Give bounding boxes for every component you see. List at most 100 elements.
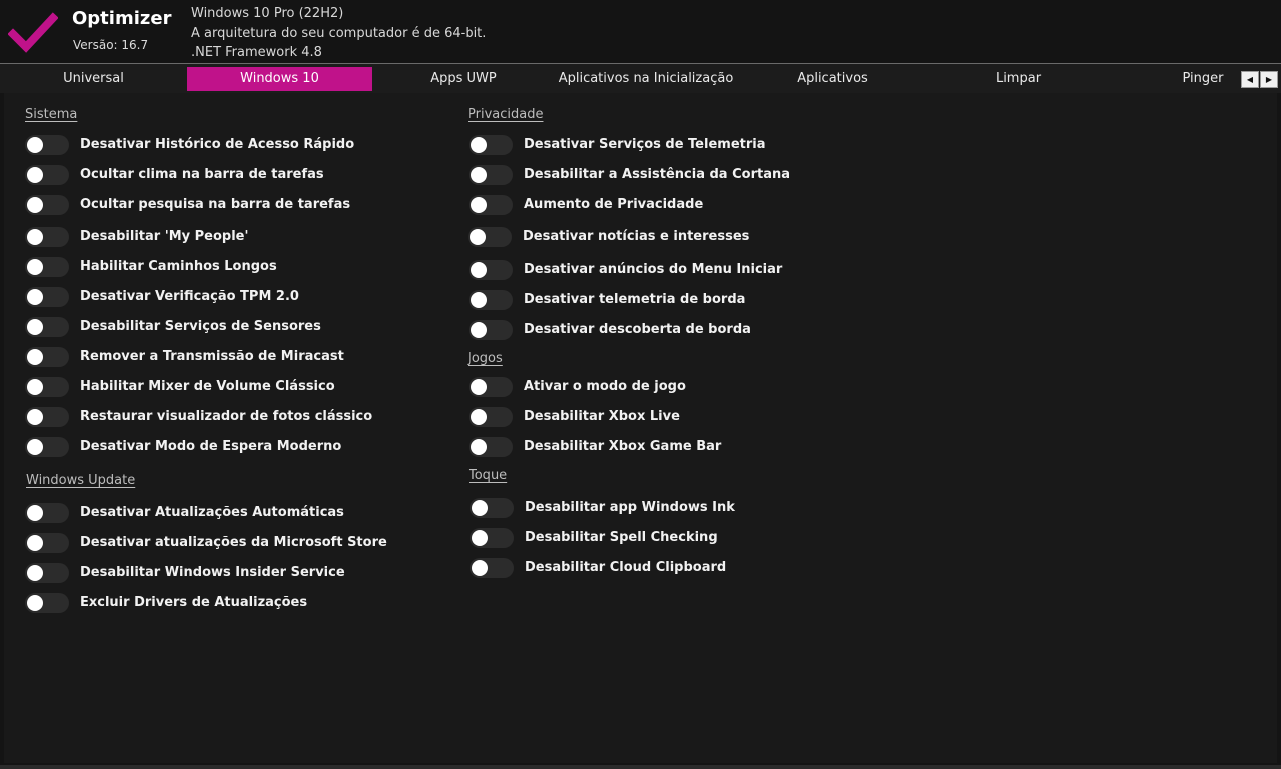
toggle-knob — [472, 530, 488, 546]
toggle-label: Desativar anúncios do Menu Iniciar — [524, 262, 783, 277]
toggle-label: Desabilitar a Assistência da Cortana — [524, 167, 790, 182]
toggle-switch[interactable] — [469, 135, 513, 155]
toggle-switch[interactable] — [25, 437, 69, 457]
toggle-label: Habilitar Mixer de Volume Clássico — [80, 379, 335, 394]
toggle-label: Desabilitar Serviços de Sensores — [80, 319, 321, 334]
section-title-sistema: Sistema — [25, 107, 78, 122]
toggle-label: Habilitar Caminhos Longos — [80, 259, 277, 274]
toggle-switch[interactable] — [469, 407, 513, 427]
chevron-right-icon[interactable]: ▶ — [1260, 71, 1278, 88]
toggle-label: Restaurar visualizador de fotos clássico — [80, 409, 373, 424]
section-title-windows-update: Windows Update — [26, 473, 136, 488]
toggle-label: Aumento de Privacidade — [524, 197, 704, 212]
toggle-label: Desabilitar Cloud Clipboard — [525, 560, 727, 575]
toggle-switch[interactable] — [25, 347, 69, 367]
toggle-switch[interactable] — [25, 257, 69, 277]
toggle-switch[interactable] — [469, 260, 513, 280]
toggle-label: Desativar Histórico de Acesso Rápido — [80, 137, 355, 152]
toggle-switch[interactable] — [25, 563, 69, 583]
toggle-switch[interactable] — [25, 195, 69, 215]
toggle-switch[interactable] — [469, 195, 513, 215]
toggle-switch[interactable] — [25, 135, 69, 155]
toggle-label: Desativar Verificação TPM 2.0 — [80, 289, 299, 304]
toggle-knob — [471, 137, 487, 153]
toggle-switch[interactable] — [25, 533, 69, 553]
toggle-knob — [27, 439, 43, 455]
toggle-knob — [27, 167, 43, 183]
tab-apps[interactable]: Aplicativos — [740, 67, 925, 91]
toggle-label: Desativar Serviços de Telemetria — [524, 137, 766, 152]
toggle-knob — [471, 292, 487, 308]
tab-pinger[interactable]: Pinger — [1160, 67, 1246, 91]
toggle-label: Desativar Modo de Espera Moderno — [80, 439, 342, 454]
toggle-switch[interactable] — [25, 377, 69, 397]
toggle-label: Desabilitar Xbox Live — [524, 409, 680, 424]
tab-bar: Universal Windows 10 Apps UWP Aplicativo… — [0, 63, 1281, 93]
toggle-switch[interactable] — [470, 528, 514, 548]
toggle-label: Ocultar pesquisa na barra de tarefas — [80, 197, 351, 212]
toggle-knob — [27, 595, 43, 611]
framework-info: .NET Framework 4.8 — [191, 45, 322, 60]
toggle-knob — [27, 229, 43, 245]
toggle-switch[interactable] — [25, 227, 69, 247]
tab-windows-10[interactable]: Windows 10 — [187, 67, 372, 91]
toggle-switch[interactable] — [25, 407, 69, 427]
toggle-knob — [27, 259, 43, 275]
toggle-label: Desativar telemetria de borda — [524, 292, 746, 307]
toggle-knob — [471, 409, 487, 425]
toggle-knob — [471, 379, 487, 395]
tab-clean[interactable]: Limpar — [926, 67, 1111, 91]
tab-startup-apps[interactable]: Aplicativos na Inicialização — [555, 67, 737, 91]
toggle-knob — [471, 322, 487, 338]
os-info: Windows 10 Pro (22H2) — [191, 6, 344, 21]
toggle-switch[interactable] — [469, 165, 513, 185]
toggle-label: Desativar descoberta de borda — [524, 322, 751, 337]
toggle-label: Ativar o modo de jogo — [524, 379, 686, 394]
toggle-switch[interactable] — [25, 165, 69, 185]
toggle-knob — [27, 565, 43, 581]
arch-info: A arquitetura do seu computador é de 64-… — [191, 25, 487, 41]
toggle-knob — [471, 262, 487, 278]
toggle-knob — [27, 137, 43, 153]
toggle-switch[interactable] — [469, 290, 513, 310]
toggle-knob — [27, 319, 43, 335]
chevron-left-icon[interactable]: ◀ — [1241, 71, 1259, 88]
toggle-knob — [27, 379, 43, 395]
toggle-knob — [27, 289, 43, 305]
toggle-switch[interactable] — [470, 498, 514, 518]
toggle-knob — [472, 560, 488, 576]
toggle-label: Desabilitar Xbox Game Bar — [524, 439, 722, 454]
toggle-switch[interactable] — [25, 287, 69, 307]
bottom-border — [0, 765, 1281, 769]
section-title-jogos: Jogos — [468, 351, 503, 366]
toggle-switch[interactable] — [25, 317, 69, 337]
content-panel — [4, 93, 1277, 763]
toggle-label: Desativar Atualizações Automáticas — [80, 505, 344, 520]
app-header: Optimizer Versão: 16.7 Windows 10 Pro (2… — [0, 0, 1281, 62]
toggle-knob — [471, 439, 487, 455]
app-title: Optimizer — [72, 8, 172, 29]
toggle-switch[interactable] — [468, 227, 512, 247]
toggle-switch[interactable] — [469, 437, 513, 457]
toggle-label: Desabilitar Spell Checking — [525, 530, 718, 545]
toggle-switch[interactable] — [469, 320, 513, 340]
toggle-label: Desabilitar Windows Insider Service — [80, 565, 345, 580]
toggle-switch[interactable] — [469, 377, 513, 397]
toggle-switch[interactable] — [25, 503, 69, 523]
toggle-knob — [470, 229, 486, 245]
toggle-knob — [27, 505, 43, 521]
tab-universal[interactable]: Universal — [0, 67, 187, 91]
toggle-switch[interactable] — [25, 593, 69, 613]
toggle-knob — [27, 409, 43, 425]
tab-apps-uwp[interactable]: Apps UWP — [372, 67, 555, 91]
checkmark-logo-icon — [8, 12, 58, 53]
toggle-knob — [472, 500, 488, 516]
section-title-toque: Toque — [469, 468, 508, 483]
section-title-privacidade: Privacidade — [468, 107, 544, 122]
toggle-knob — [27, 197, 43, 213]
toggle-label: Desativar notícias e interesses — [523, 229, 750, 244]
toggle-switch[interactable] — [470, 558, 514, 578]
toggle-label: Desabilitar app Windows Ink — [525, 500, 735, 515]
system-info: Windows 10 Pro (22H2) A arquitetura do s… — [191, 4, 486, 63]
toggle-knob — [471, 167, 487, 183]
